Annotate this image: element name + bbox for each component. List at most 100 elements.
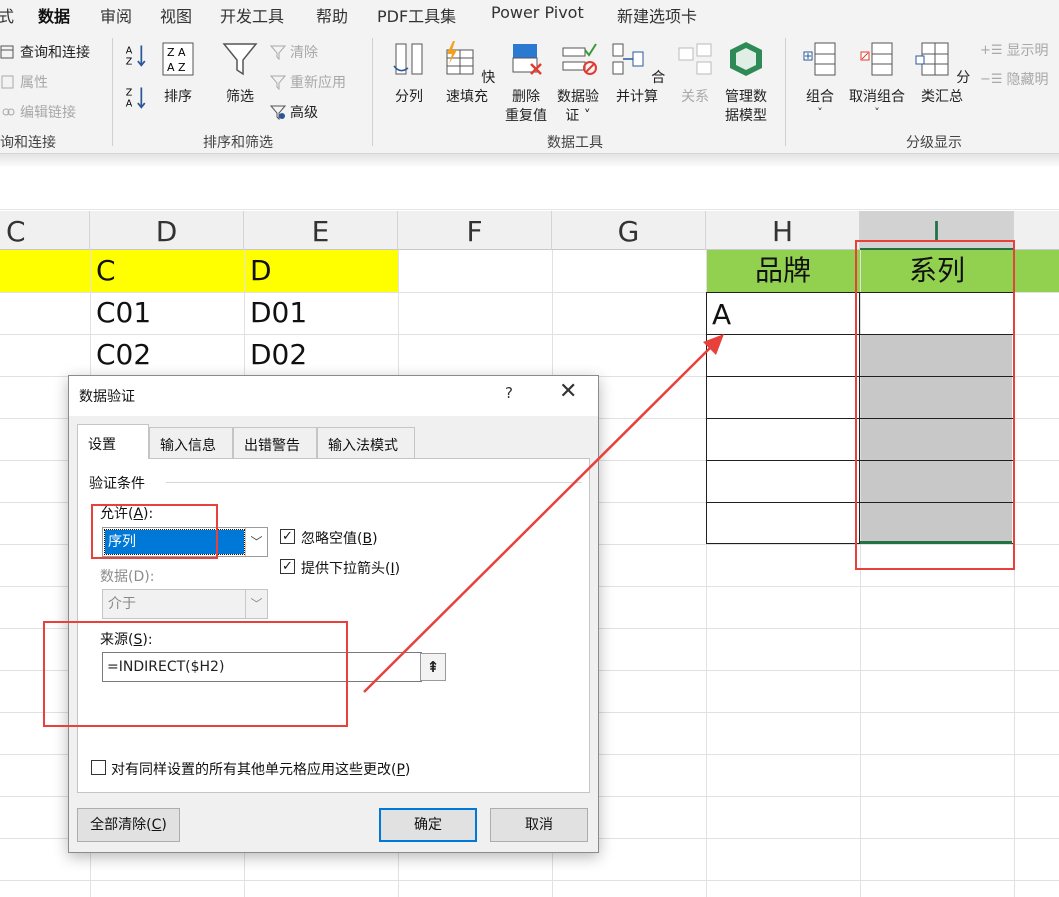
tab-input-message[interactable]: 输入信息 bbox=[149, 427, 233, 458]
sort-az-button[interactable]: AZ bbox=[122, 42, 152, 74]
text-to-columns-button[interactable]: 分列 bbox=[388, 40, 430, 107]
tab-new-tab[interactable]: 新建选项卡 bbox=[617, 3, 697, 27]
relationships-button[interactable]: 关系 bbox=[674, 40, 716, 107]
column-header-j[interactable] bbox=[1014, 211, 1059, 250]
clear-all-accesskey: C bbox=[151, 817, 162, 833]
show-detail-label: 显示明 bbox=[1006, 43, 1049, 59]
cell-e-row1[interactable]: D01 bbox=[244, 292, 307, 334]
data-model-label-2: 据模型 bbox=[725, 108, 767, 124]
sort-icon: Z A A Z bbox=[162, 42, 194, 76]
group-button[interactable]: 组合 ˅ bbox=[800, 40, 840, 119]
queries-connections-button[interactable]: 查询和连接 bbox=[0, 42, 90, 62]
cell-e-header[interactable]: D bbox=[244, 250, 272, 292]
validation-criteria-heading: 验证条件 bbox=[89, 476, 145, 492]
data-validation-button[interactable]: 数据验 证 ˅ bbox=[553, 40, 603, 126]
sort-descending-icon: ZA bbox=[126, 87, 146, 110]
group-name-sort-filter: 排序和筛选 bbox=[203, 135, 273, 151]
cell-h-row1[interactable]: A bbox=[706, 294, 731, 336]
data-validation-label-1: 数据验 bbox=[557, 89, 599, 105]
in-cell-dropdown-checkbox[interactable]: ✓ bbox=[280, 559, 295, 574]
ungroup-button[interactable]: 取消组合 ˅ bbox=[846, 40, 908, 119]
ungroup-label: 取消组合 bbox=[849, 89, 905, 105]
ok-button[interactable]: 确定 bbox=[379, 808, 477, 842]
remove-dup-label-1: 删除 bbox=[512, 89, 540, 105]
remove-duplicates-button[interactable]: 删除 重复值 bbox=[503, 40, 549, 126]
reapply-button[interactable]: 重新应用 bbox=[270, 72, 346, 92]
tab-review[interactable]: 审阅 bbox=[100, 3, 132, 27]
apply-all-checkbox[interactable] bbox=[91, 760, 106, 775]
column-header-d[interactable]: D bbox=[90, 211, 244, 250]
svg-text:A: A bbox=[126, 45, 133, 56]
in-cell-dropdown-label: 提供下拉箭头(I) bbox=[301, 558, 400, 578]
data-validation-dialog: 数据验证 ? ✕ 设置 输入信息 出错警告 输入法模式 验证条件 允许(A): … bbox=[68, 375, 599, 853]
ribbon-separator bbox=[372, 38, 373, 146]
tab-help[interactable]: 帮助 bbox=[316, 3, 348, 27]
column-header-g[interactable]: G bbox=[552, 211, 706, 250]
cell-d-row1[interactable]: C01 bbox=[90, 292, 151, 334]
column-header-c[interactable]: C bbox=[0, 211, 90, 250]
relationships-icon bbox=[678, 43, 712, 75]
group-name-data-tools: 数据工具 bbox=[547, 135, 603, 151]
apply-all-paren: ) bbox=[404, 762, 411, 778]
chevron-down-icon[interactable]: ﹀ bbox=[245, 528, 267, 556]
ignore-blank-checkbox[interactable]: ✓ bbox=[280, 529, 295, 544]
cell-e-row2[interactable]: D02 bbox=[244, 334, 307, 376]
collapse-range-icon[interactable]: ⇞ bbox=[420, 653, 446, 681]
help-icon[interactable]: ? bbox=[505, 384, 513, 402]
split-label: 分列 bbox=[395, 89, 423, 105]
clear-all-paren: ) bbox=[161, 817, 167, 833]
tab-developer[interactable]: 开发工具 bbox=[220, 3, 284, 27]
properties-button[interactable]: 属性 bbox=[0, 72, 48, 92]
advanced-filter-button[interactable]: 高级 bbox=[270, 102, 318, 122]
close-icon[interactable]: ✕ bbox=[559, 379, 577, 404]
tab-pdf-tools[interactable]: PDF工具集 bbox=[377, 3, 456, 27]
annotation-box-column-i bbox=[855, 240, 1015, 570]
consolidate-icon bbox=[612, 43, 644, 75]
data-operator-label: 数据(D): bbox=[100, 569, 155, 585]
edit-links-button[interactable]: 编辑链接 bbox=[0, 102, 76, 122]
formula-bar[interactable] bbox=[0, 166, 1059, 210]
dialog-title-bar[interactable]: 数据验证 ? ✕ bbox=[69, 376, 598, 416]
ribbon-tab-bar: 式 数据 审阅 视图 开发工具 帮助 PDF工具集 Power Pivot 新建… bbox=[0, 0, 1059, 33]
green-header-fill-j bbox=[1014, 250, 1059, 292]
tab-formula[interactable]: 式 bbox=[0, 3, 14, 27]
in-cell-dropdown-paren: ) bbox=[394, 561, 401, 577]
column-header-f[interactable]: F bbox=[398, 211, 552, 250]
clear-label: 清除 bbox=[290, 45, 318, 61]
clear-filter-button[interactable]: 清除 bbox=[270, 42, 318, 62]
split-columns-icon bbox=[393, 43, 423, 75]
sort-button[interactable]: Z A A Z 排序 bbox=[156, 40, 200, 107]
edit-links-label: 编辑链接 bbox=[20, 105, 76, 121]
cell-d-header[interactable]: C bbox=[90, 250, 116, 292]
cell-d-row2[interactable]: C02 bbox=[90, 334, 151, 376]
sort-ascending-icon: AZ bbox=[126, 45, 146, 68]
consolidate-button[interactable]: 合并计算 bbox=[606, 40, 668, 107]
remove-duplicates-icon bbox=[512, 44, 542, 75]
ignore-blank-label: 忽略空值(B) bbox=[301, 528, 378, 548]
tab-error-alert[interactable]: 出错警告 bbox=[233, 427, 317, 458]
show-detail-button[interactable]: +☰ 显示明 bbox=[980, 40, 1049, 60]
clear-all-button[interactable]: 全部清除(C) bbox=[77, 808, 180, 842]
tab-data[interactable]: 数据 bbox=[38, 3, 71, 33]
column-header-h[interactable]: H bbox=[706, 211, 860, 250]
manage-data-model-button[interactable]: 管理数 据模型 bbox=[720, 40, 772, 126]
apply-all-text: 对有同样设置的所有其他单元格应用这些更改( bbox=[111, 762, 397, 778]
data-validation-label-2: 证 ˅ bbox=[565, 108, 591, 124]
filter-button[interactable]: 筛选 bbox=[216, 40, 264, 107]
cell-h-header[interactable]: 品牌 bbox=[706, 250, 860, 292]
tab-ime-mode[interactable]: 输入法模式 bbox=[317, 427, 415, 458]
tab-settings[interactable]: 设置 bbox=[77, 424, 149, 459]
sort-za-button[interactable]: ZA bbox=[122, 84, 152, 116]
group-name-outline: 分级显示 bbox=[906, 135, 962, 151]
annotation-box-allow bbox=[91, 504, 218, 559]
svg-text:A Z: A Z bbox=[167, 61, 186, 74]
queries-connections-label: 查询和连接 bbox=[20, 45, 90, 61]
tab-view[interactable]: 视图 bbox=[160, 3, 192, 27]
flash-fill-button[interactable]: 快速填充 bbox=[436, 40, 498, 107]
ribbon-shadow bbox=[0, 154, 1059, 166]
cancel-button[interactable]: 取消 bbox=[490, 808, 588, 842]
subtotal-button[interactable]: 分类汇总 bbox=[910, 40, 974, 107]
column-header-e[interactable]: E bbox=[244, 211, 398, 250]
tab-power-pivot[interactable]: Power Pivot bbox=[491, 3, 584, 22]
hide-detail-button[interactable]: −☰ 隐藏明 bbox=[980, 69, 1049, 89]
